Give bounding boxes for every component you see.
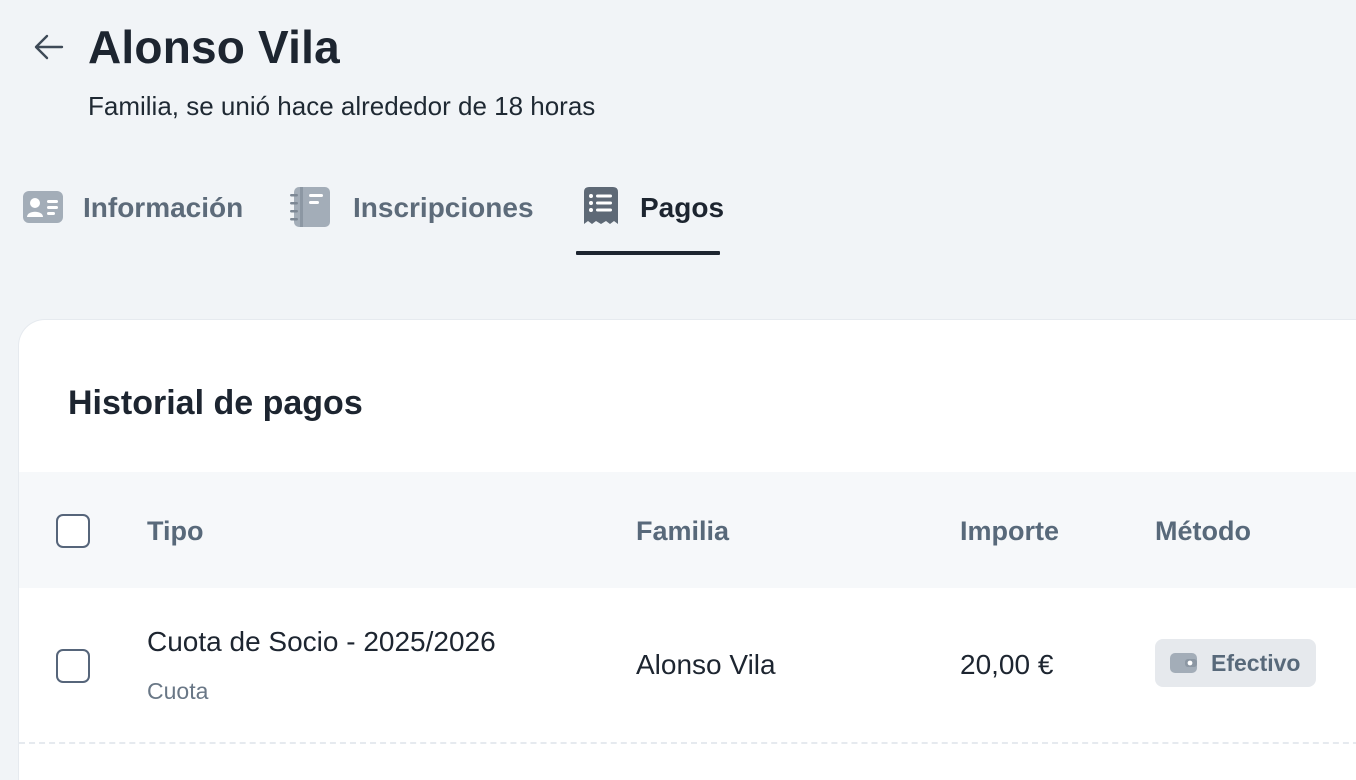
tab-inscripciones-label: Inscripciones	[353, 192, 534, 223]
id-card-icon	[23, 191, 63, 223]
tab-inscripciones[interactable]: Inscripciones	[290, 180, 540, 256]
payment-type: Cuota de Socio - 2025/2026	[147, 626, 496, 657]
column-header-metodo[interactable]: Método	[1155, 516, 1251, 547]
row-checkbox[interactable]	[56, 649, 90, 683]
active-tab-indicator	[576, 251, 720, 255]
payment-type-category: Cuota	[147, 678, 209, 704]
payment-amount: 20,00 €	[960, 649, 1054, 680]
table-header: Tipo Familia Importe Método	[19, 472, 1356, 588]
payment-method-label: Efectivo	[1211, 650, 1301, 676]
back-button[interactable]	[30, 28, 68, 66]
member-detail-page: Alonso Vila Familia, se unió hace alrede…	[0, 0, 1356, 780]
tab-informacion-label: Información	[83, 192, 244, 223]
tab-pagos-label: Pagos	[640, 192, 725, 223]
tab-pagos[interactable]: Pagos	[576, 180, 724, 256]
column-header-importe[interactable]: Importe	[960, 516, 1059, 547]
column-header-familia[interactable]: Familia	[636, 516, 729, 547]
payment-family: Alonso Vila	[636, 649, 776, 680]
tab-bar: Información Inscripciones Pagos	[0, 180, 800, 260]
page-subtitle: Familia, se unió hace alrededor de 18 ho…	[88, 91, 596, 121]
table-row[interactable]: Cuota de Socio - 2025/2026 Cuota Alonso …	[19, 588, 1356, 744]
column-header-tipo[interactable]: Tipo	[147, 516, 204, 547]
receipt-icon	[584, 187, 618, 224]
tab-informacion[interactable]: Información	[22, 180, 252, 256]
arrow-left-icon	[34, 34, 64, 60]
notebook-icon	[290, 187, 330, 227]
payments-title: Historial de pagos	[68, 384, 363, 422]
page-title: Alonso Vila	[88, 21, 340, 73]
payment-method-badge: Efectivo	[1155, 639, 1316, 687]
payments-card: Historial de pagos Tipo Familia Importe …	[19, 320, 1356, 780]
select-all-checkbox[interactable]	[56, 514, 90, 548]
wallet-icon	[1170, 653, 1197, 673]
